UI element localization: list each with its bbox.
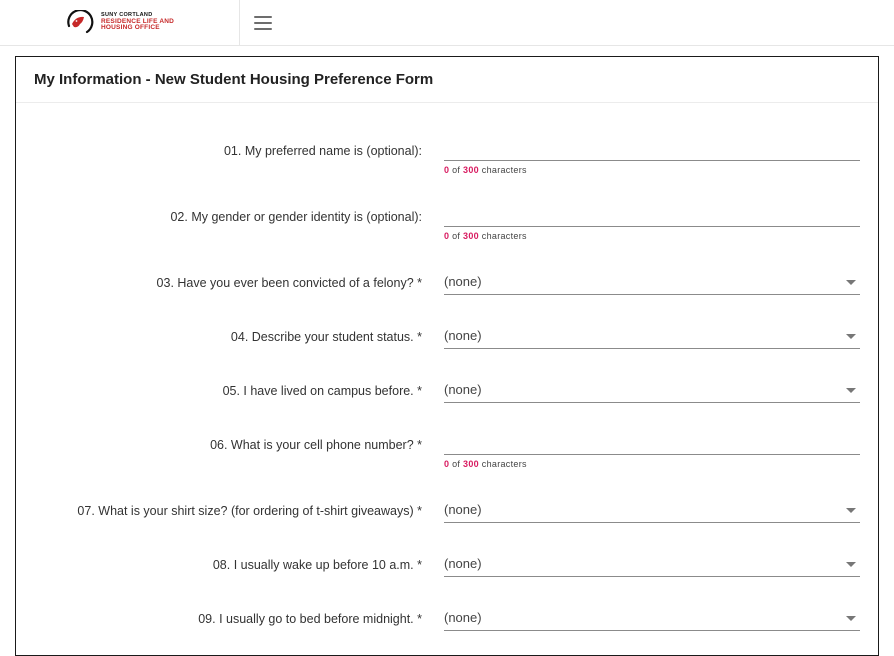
field-label: 06. What is your cell phone number? *: [34, 433, 444, 453]
field-label: 02. My gender or gender identity is (opt…: [34, 205, 444, 225]
logo-dept-2: HOUSING OFFICE: [101, 25, 174, 32]
field-row-02: 02. My gender or gender identity is (opt…: [34, 205, 860, 241]
lived-on-campus-select[interactable]: (none): [444, 379, 860, 403]
chevron-down-icon: [846, 616, 856, 621]
logo[interactable]: SUNY CORTLAND RESIDENCE LIFE AND HOUSING…: [0, 0, 240, 46]
field-label: 09. I usually go to bed before midnight.…: [34, 607, 444, 627]
form-body: 01. My preferred name is (optional): 0 o…: [16, 103, 878, 655]
wake-before-10-select[interactable]: (none): [444, 553, 860, 577]
chevron-down-icon: [846, 508, 856, 513]
page-title: My Information - New Student Housing Pre…: [16, 57, 878, 103]
menu-icon[interactable]: [254, 16, 272, 30]
logo-icon: [65, 10, 95, 36]
field-label: 04. Describe your student status. *: [34, 325, 444, 345]
felony-select[interactable]: (none): [444, 271, 860, 295]
chevron-down-icon: [846, 280, 856, 285]
char-counter: 0 of 300 characters: [444, 459, 860, 469]
field-row-01: 01. My preferred name is (optional): 0 o…: [34, 139, 860, 175]
gender-identity-input[interactable]: [444, 205, 860, 227]
field-row-07: 07. What is your shirt size? (for orderi…: [34, 499, 860, 523]
field-label: 08. I usually wake up before 10 a.m. *: [34, 553, 444, 573]
form-card: My Information - New Student Housing Pre…: [15, 56, 879, 656]
topbar: SUNY CORTLAND RESIDENCE LIFE AND HOUSING…: [0, 0, 894, 46]
field-row-09: 09. I usually go to bed before midnight.…: [34, 607, 860, 631]
student-status-select[interactable]: (none): [444, 325, 860, 349]
chevron-down-icon: [846, 334, 856, 339]
shirt-size-select[interactable]: (none): [444, 499, 860, 523]
field-row-06: 06. What is your cell phone number? * 0 …: [34, 433, 860, 469]
bed-before-midnight-select[interactable]: (none): [444, 607, 860, 631]
field-label: 03. Have you ever been convicted of a fe…: [34, 271, 444, 291]
chevron-down-icon: [846, 562, 856, 567]
cell-phone-input[interactable]: [444, 433, 860, 455]
field-row-08: 08. I usually wake up before 10 a.m. * (…: [34, 553, 860, 577]
logo-text: SUNY CORTLAND RESIDENCE LIFE AND HOUSING…: [101, 13, 174, 32]
char-counter: 0 of 300 characters: [444, 165, 860, 175]
field-label: 01. My preferred name is (optional):: [34, 139, 444, 159]
field-row-04: 04. Describe your student status. * (non…: [34, 325, 860, 349]
field-label: 07. What is your shirt size? (for orderi…: [34, 499, 444, 519]
preferred-name-input[interactable]: [444, 139, 860, 161]
chevron-down-icon: [846, 388, 856, 393]
field-row-03: 03. Have you ever been convicted of a fe…: [34, 271, 860, 295]
field-row-05: 05. I have lived on campus before. * (no…: [34, 379, 860, 403]
char-counter: 0 of 300 characters: [444, 231, 860, 241]
field-label: 05. I have lived on campus before. *: [34, 379, 444, 399]
